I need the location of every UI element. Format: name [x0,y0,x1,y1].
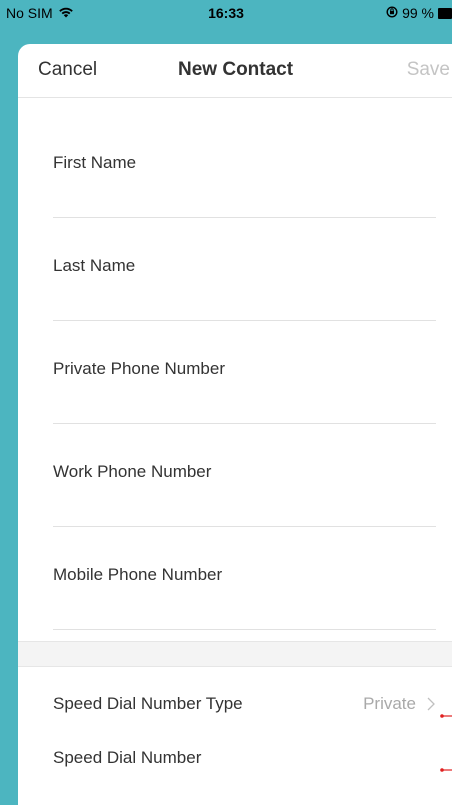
status-right: 99 % [386,5,452,21]
speed-dial-number-label: Speed Dial Number [53,748,202,767]
page-title: New Contact [178,59,294,80]
first-name-input[interactable] [53,179,436,213]
status-bar: No SIM 16:33 99 % [0,0,452,38]
first-name-field[interactable]: First Name [53,153,436,218]
battery-percent: 99 % [402,5,434,21]
mobile-phone-input[interactable] [53,591,436,625]
chevron-right-icon [424,697,438,711]
new-contact-sheet: Cancel New Contact Save First Name Last … [18,44,452,805]
dot-marker-icon [440,705,452,718]
private-phone-label: Private Phone Number [53,359,225,378]
nav-bar: Cancel New Contact Save [18,44,452,98]
battery-icon [438,7,452,19]
speed-dial-type-value: Private [363,694,416,713]
last-name-input[interactable] [53,282,436,316]
mobile-phone-label: Mobile Phone Number [53,565,223,584]
last-name-field[interactable]: Last Name [53,256,436,321]
private-phone-field[interactable]: Private Phone Number [53,359,436,424]
last-name-label: Last Name [53,256,136,275]
work-phone-input[interactable] [53,488,436,522]
work-phone-label: Work Phone Number [53,462,212,481]
first-name-label: First Name [53,153,137,172]
mobile-phone-field[interactable]: Mobile Phone Number [53,565,436,630]
speed-dial-type-row[interactable]: Speed Dial Number Type Private [18,684,452,724]
status-time: 16:33 [208,5,244,21]
dot-marker-icon [440,759,452,772]
save-button[interactable]: Save [407,59,450,81]
speed-dial-number-row[interactable]: Speed Dial Number [18,738,452,778]
speed-dial-type-label: Speed Dial Number Type [53,694,243,713]
work-phone-field[interactable]: Work Phone Number [53,462,436,527]
section-divider [18,641,452,667]
private-phone-input[interactable] [53,385,436,419]
orientation-lock-icon [386,5,398,21]
cancel-button[interactable]: Cancel [38,59,97,81]
